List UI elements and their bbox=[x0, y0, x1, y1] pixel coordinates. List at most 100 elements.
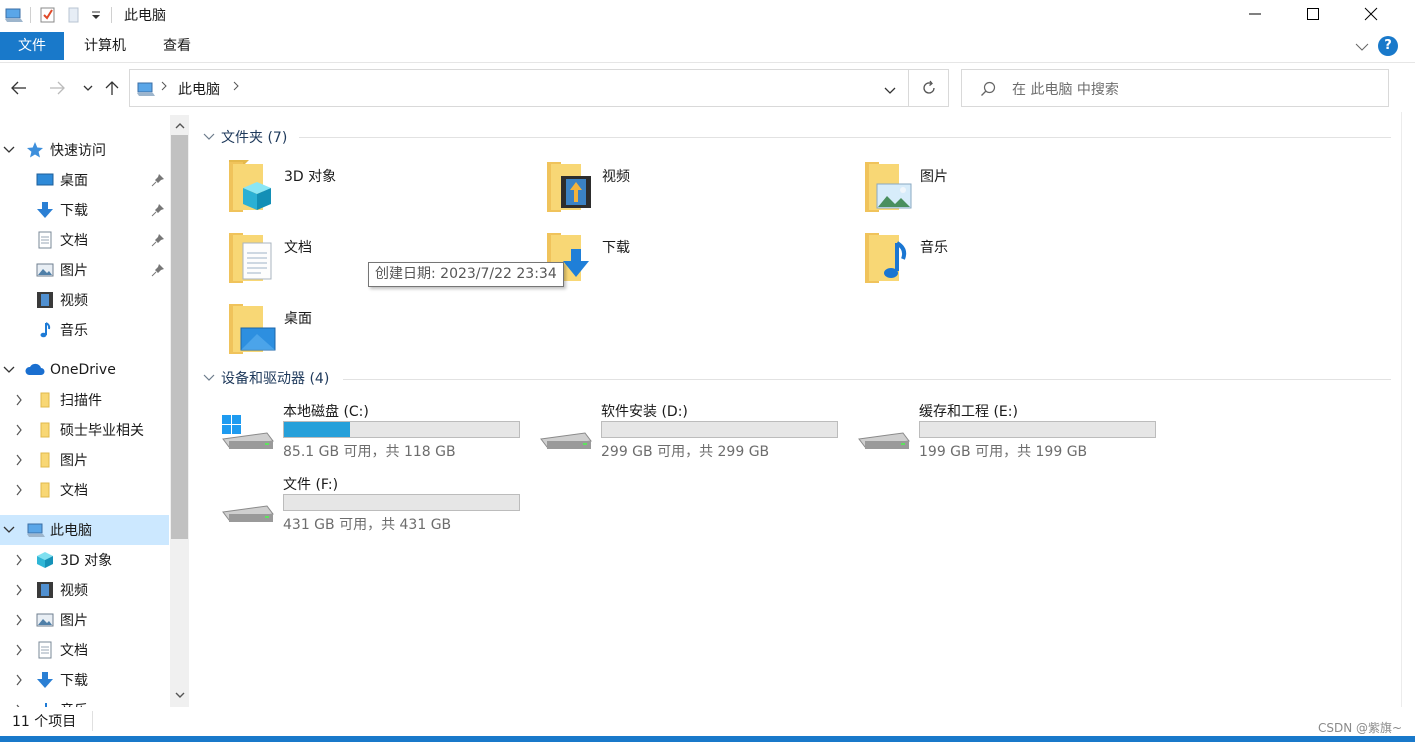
help-icon[interactable]: ? bbox=[1378, 36, 1398, 56]
document-icon bbox=[36, 231, 54, 249]
chevron-expanded-icon[interactable] bbox=[3, 144, 15, 156]
tab-computer[interactable]: 计算机 bbox=[68, 32, 142, 60]
pin-icon[interactable] bbox=[151, 263, 165, 277]
folder-icon bbox=[36, 451, 54, 469]
chevron-collapsed-icon[interactable] bbox=[13, 674, 25, 686]
address-history-dropdown[interactable] bbox=[884, 83, 896, 99]
scroll-down-button[interactable] bbox=[170, 686, 189, 704]
toolbar-separator bbox=[111, 7, 112, 23]
picture-icon bbox=[36, 611, 54, 629]
chevron-collapsed-icon[interactable] bbox=[13, 484, 25, 496]
folder-tile-pictures[interactable]: 图片 bbox=[863, 160, 1163, 224]
sidebar-item-quick-access[interactable]: 快速访问 bbox=[0, 135, 169, 165]
maximize-button[interactable] bbox=[1284, 0, 1342, 28]
tab-view[interactable]: 查看 bbox=[148, 32, 206, 60]
hard-drive-icon bbox=[221, 486, 275, 530]
pin-icon[interactable] bbox=[151, 203, 165, 217]
sidebar-item-this-pc[interactable]: 此电脑 bbox=[0, 515, 169, 545]
drive-usage-bar bbox=[283, 494, 520, 511]
group-header-folders[interactable]: 文件夹 (7) bbox=[203, 127, 287, 147]
folder-tile-downloads[interactable]: 下载 bbox=[545, 231, 845, 295]
sidebar-item-label: 图片 bbox=[60, 453, 88, 469]
refresh-button[interactable] bbox=[909, 69, 949, 107]
navigation-pane: 快速访问 桌面 下载 文档 图片 视频 音乐 OneDrive 扫描件 硕士毕业… bbox=[0, 115, 190, 707]
sidebar-scrollbar-thumb[interactable] bbox=[171, 135, 188, 539]
back-button[interactable] bbox=[8, 76, 30, 100]
drive-free-space: 431 GB 可用，共 431 GB bbox=[283, 517, 452, 533]
folder-tile-3d-objects[interactable]: 3D 对象 bbox=[227, 160, 527, 224]
sidebar-item-music[interactable]: 音乐 bbox=[0, 315, 169, 345]
sidebar-item-pictures[interactable]: 图片 bbox=[0, 255, 169, 285]
watermark: CSDN @紫旗~ bbox=[1318, 721, 1403, 735]
forward-button[interactable] bbox=[46, 76, 68, 100]
pin-icon[interactable] bbox=[151, 233, 165, 247]
search-placeholder: 在 此电脑 中搜索 bbox=[1012, 82, 1119, 98]
folder-label: 文档 bbox=[284, 240, 312, 256]
chevron-down-icon bbox=[1355, 43, 1369, 51]
ribbon-border bbox=[0, 62, 1415, 63]
chevron-collapsed-icon[interactable] bbox=[13, 454, 25, 466]
folder-label: 视频 bbox=[602, 169, 630, 185]
sidebar-item-pc-videos[interactable]: 视频 bbox=[0, 575, 169, 605]
folder-icon bbox=[36, 421, 54, 439]
toolbar-separator bbox=[30, 7, 31, 23]
sidebar-item-pc-pictures[interactable]: 图片 bbox=[0, 605, 169, 635]
sidebar-item-documents[interactable]: 文档 bbox=[0, 225, 169, 255]
this-pc-icon bbox=[25, 521, 47, 539]
group-divider bbox=[343, 379, 1391, 380]
recent-locations-button[interactable] bbox=[77, 76, 99, 100]
chevron-expanded-icon[interactable] bbox=[3, 524, 15, 536]
drive-tile-f[interactable]: 文件 (F:) 431 GB 可用，共 431 GB bbox=[221, 474, 521, 538]
star-icon bbox=[26, 141, 44, 159]
folder-label: 桌面 bbox=[284, 311, 312, 327]
folder-tile-videos[interactable]: 视频 bbox=[545, 160, 845, 224]
breadcrumb-chevron-icon[interactable] bbox=[160, 80, 168, 96]
folder-tile-desktop[interactable]: 桌面 bbox=[227, 302, 527, 366]
sidebar-item-pc-documents[interactable]: 文档 bbox=[0, 635, 169, 665]
chevron-collapsed-icon[interactable] bbox=[13, 644, 25, 656]
drive-tile-c[interactable]: 本地磁盘 (C:) 85.1 GB 可用，共 118 GB bbox=[221, 401, 521, 465]
breadcrumb-chevron-icon[interactable] bbox=[232, 80, 240, 96]
drive-tile-d[interactable]: 软件安装 (D:) 299 GB 可用，共 299 GB bbox=[539, 401, 839, 465]
chevron-collapsed-icon[interactable] bbox=[13, 614, 25, 626]
arrow-left-icon bbox=[11, 81, 26, 95]
download-arrow-icon bbox=[36, 671, 54, 689]
minimize-button[interactable] bbox=[1226, 0, 1284, 28]
sidebar-item-label: 桌面 bbox=[60, 173, 88, 189]
sidebar-item-videos[interactable]: 视频 bbox=[0, 285, 169, 315]
drive-tile-e[interactable]: 缓存和工程 (E:) 199 GB 可用，共 199 GB bbox=[857, 401, 1157, 465]
scroll-up-button[interactable] bbox=[170, 116, 189, 134]
sidebar-item-label: 3D 对象 bbox=[60, 553, 113, 569]
chevron-down-icon bbox=[175, 692, 184, 698]
sidebar-item-3d-objects[interactable]: 3D 对象 bbox=[0, 545, 169, 575]
sidebar-item-downloads[interactable]: 下载 bbox=[0, 195, 169, 225]
group-header-drives[interactable]: 设备和驱动器 (4) bbox=[203, 368, 329, 388]
search-input[interactable]: 在 此电脑 中搜索 bbox=[961, 69, 1389, 107]
sidebar-item-pc-music[interactable]: 音乐 bbox=[0, 695, 169, 707]
sidebar-item-scans[interactable]: 扫描件 bbox=[0, 385, 169, 415]
sidebar-item-od-documents[interactable]: 文档 bbox=[0, 475, 169, 505]
sidebar-item-pc-downloads[interactable]: 下载 bbox=[0, 665, 169, 695]
chevron-collapsed-icon[interactable] bbox=[13, 394, 25, 406]
sidebar-item-onedrive[interactable]: OneDrive bbox=[0, 355, 169, 385]
up-button[interactable] bbox=[101, 76, 123, 100]
address-bar[interactable]: 此电脑 bbox=[129, 69, 909, 107]
expand-ribbon-button[interactable] bbox=[1355, 40, 1369, 56]
chevron-down-icon bbox=[884, 87, 896, 94]
breadcrumb-this-pc[interactable]: 此电脑 bbox=[178, 79, 220, 99]
tab-file[interactable]: 文件 bbox=[0, 32, 64, 60]
chevron-collapsed-icon[interactable] bbox=[13, 424, 25, 436]
hard-drive-icon bbox=[539, 413, 593, 457]
customize-toolbar-dropdown[interactable] bbox=[89, 6, 103, 24]
chevron-expanded-icon[interactable] bbox=[3, 364, 15, 376]
sidebar-item-od-pictures[interactable]: 图片 bbox=[0, 445, 169, 475]
close-button[interactable] bbox=[1342, 0, 1400, 28]
new-folder-icon[interactable] bbox=[65, 6, 83, 24]
folder-tile-music[interactable]: 音乐 bbox=[863, 231, 1163, 295]
sidebar-item-thesis[interactable]: 硕士毕业相关 bbox=[0, 415, 169, 445]
sidebar-item-desktop[interactable]: 桌面 bbox=[0, 165, 169, 195]
pin-icon[interactable] bbox=[151, 173, 165, 187]
chevron-collapsed-icon[interactable] bbox=[13, 554, 25, 566]
properties-icon[interactable] bbox=[39, 6, 57, 24]
chevron-collapsed-icon[interactable] bbox=[13, 584, 25, 596]
